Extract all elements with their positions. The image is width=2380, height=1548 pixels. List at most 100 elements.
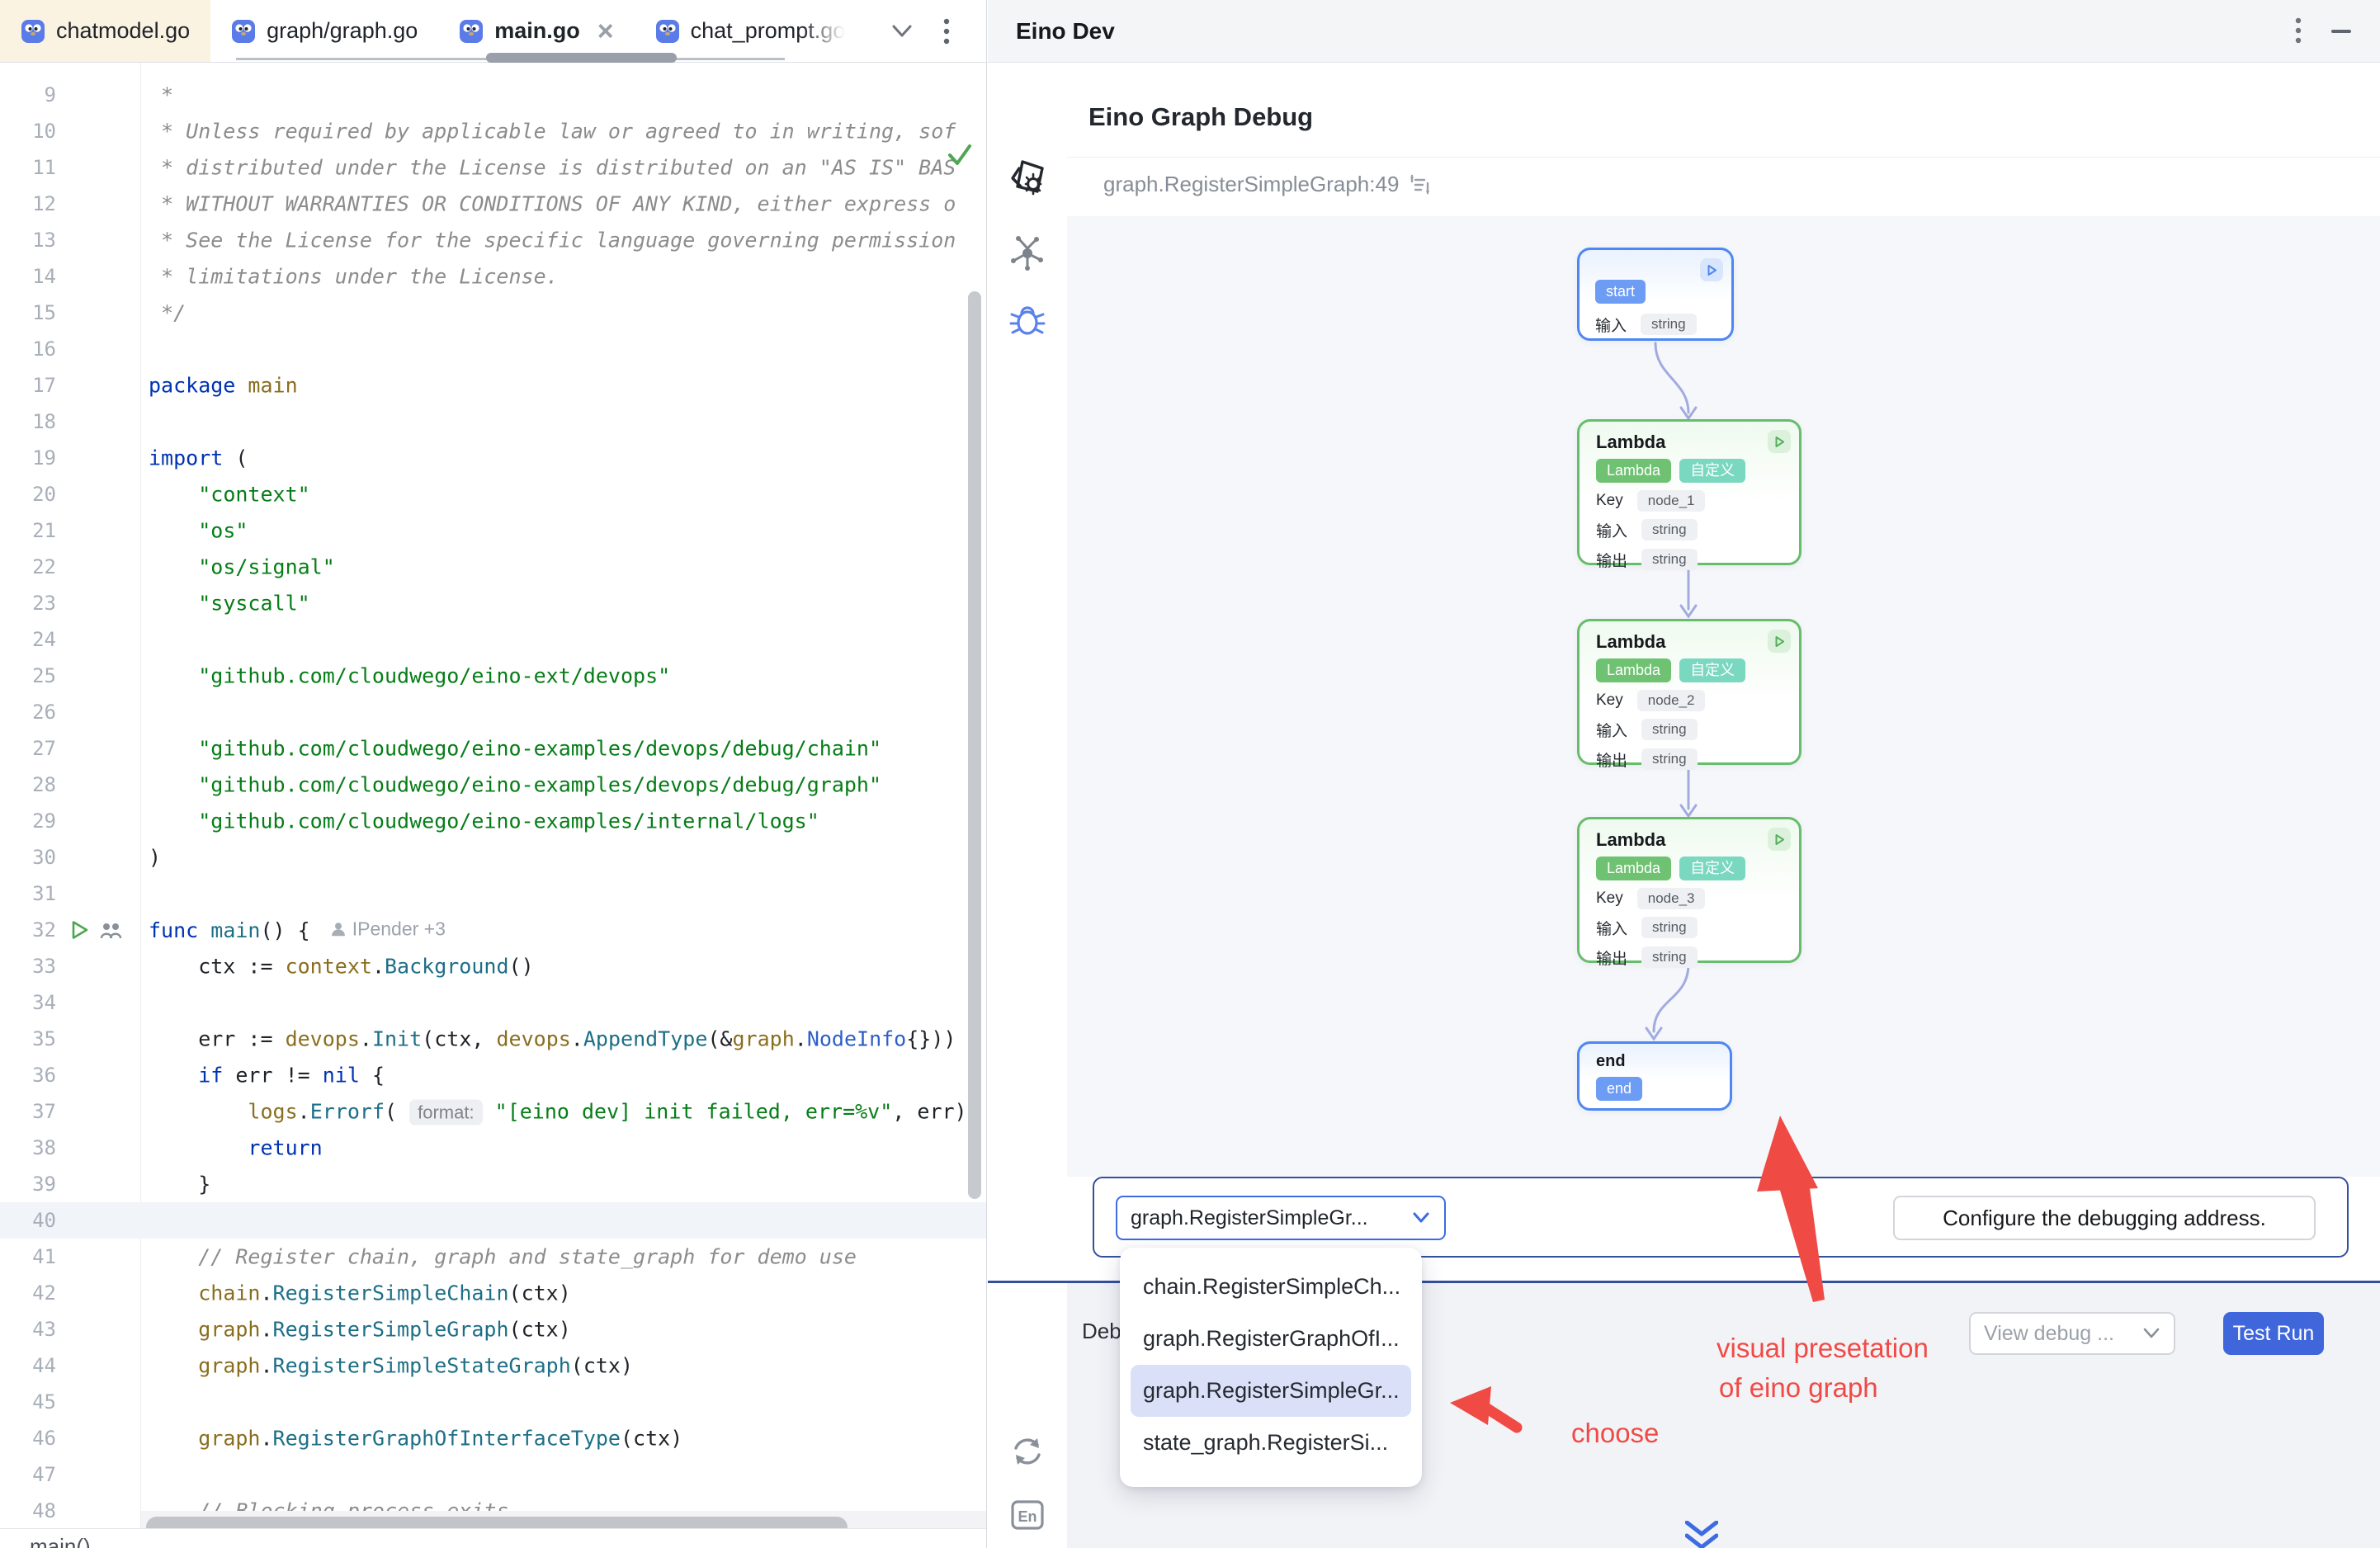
line-number[interactable]: 9 <box>0 83 56 106</box>
close-icon[interactable]: × <box>597 17 614 45</box>
line-number[interactable]: 27 <box>0 737 56 760</box>
node-play-icon[interactable] <box>1768 630 1791 653</box>
dropdown-menu-item[interactable]: graph.RegisterSimpleGr... <box>1131 1365 1411 1417</box>
debug-target-row[interactable]: graph.RegisterSimpleGraph:49 <box>1103 172 1432 197</box>
dropdown-menu-item[interactable]: chain.RegisterSimpleCh... <box>1120 1261 1422 1313</box>
node-play-icon[interactable] <box>1700 258 1723 281</box>
configure-address-button[interactable]: Configure the debugging address. <box>1893 1196 2316 1240</box>
line-number[interactable]: 14 <box>0 265 56 288</box>
graph-canvas[interactable]: start 输入 string LambdaLambda自定义Keynode_1… <box>1067 216 2380 1177</box>
line-number[interactable]: 20 <box>0 483 56 506</box>
panel-more-options-icon[interactable] <box>2294 17 2302 45</box>
go-file-icon <box>459 18 484 45</box>
line-number[interactable]: 36 <box>0 1064 56 1087</box>
line-number[interactable]: 21 <box>0 519 56 542</box>
line-number[interactable]: 39 <box>0 1173 56 1196</box>
node-play-icon[interactable] <box>1768 828 1791 851</box>
line-number[interactable]: 30 <box>0 846 56 869</box>
parameter-hint: format: <box>409 1100 482 1126</box>
line-number[interactable]: 43 <box>0 1318 56 1341</box>
row-value-pill: string <box>1641 748 1698 770</box>
line-number[interactable]: 33 <box>0 955 56 978</box>
line-number[interactable]: 38 <box>0 1136 56 1159</box>
code-vision-inlay[interactable]: IPender +3 <box>330 918 446 940</box>
eino-logo-icon[interactable] <box>1006 157 1049 200</box>
code-line-42: 42 chain.RegisterSimpleChain(ctx) <box>0 1275 986 1311</box>
code-line-28: 28 "github.com/cloudwego/eino-examples/d… <box>0 767 986 803</box>
line-number[interactable]: 37 <box>0 1100 56 1123</box>
line-number[interactable]: 47 <box>0 1463 56 1486</box>
line-number[interactable]: 46 <box>0 1427 56 1450</box>
language-en-icon[interactable]: En <box>1008 1495 1047 1535</box>
editor-pane: chatmodel.gograph/graph.gomain.go×chat_p… <box>0 0 987 1548</box>
line-number[interactable]: 34 <box>0 991 56 1014</box>
line-number[interactable]: 45 <box>0 1390 56 1413</box>
line-number[interactable]: 17 <box>0 374 56 397</box>
line-number[interactable]: 31 <box>0 882 56 905</box>
line-number[interactable]: 35 <box>0 1027 56 1050</box>
collapse-chevrons-icon[interactable] <box>1685 1521 1718 1548</box>
line-number[interactable]: 23 <box>0 592 56 615</box>
graph-node-lambda-node_1[interactable]: LambdaLambda自定义Keynode_1输入string输出string <box>1577 419 1802 565</box>
line-number[interactable]: 40 <box>0 1209 56 1232</box>
code-line-33: 33 ctx := context.Background() <box>0 948 986 984</box>
breadcrumb-item[interactable]: main() <box>30 1534 91 1548</box>
code-line-12: 12 * WITHOUT WARRANTIES OR CONDITIONS OF… <box>0 186 986 222</box>
annotation-text: choose <box>1571 1418 1659 1449</box>
graph-node-lambda-node_3[interactable]: LambdaLambda自定义Keynode_3输入string输出string <box>1577 817 1802 963</box>
line-number[interactable]: 32 <box>0 918 56 942</box>
line-number[interactable]: 44 <box>0 1354 56 1377</box>
graph-node-lambda-node_2[interactable]: LambdaLambda自定义Keynode_2输入string输出string <box>1577 619 1802 765</box>
debug-bug-icon[interactable] <box>1008 300 1047 340</box>
eino-dev-panel: Eino Dev <box>988 0 2380 1548</box>
line-number[interactable]: 29 <box>0 809 56 833</box>
profile-gutter-icon[interactable] <box>98 918 123 942</box>
dropdown-menu-item[interactable]: graph.RegisterGraphOfI... <box>1120 1313 1422 1365</box>
line-number[interactable]: 10 <box>0 120 56 143</box>
annotation-text: of eino graph <box>1719 1372 1878 1404</box>
breadcrumb-bar[interactable]: main() <box>0 1528 986 1548</box>
call-graph-icon[interactable] <box>1008 233 1047 272</box>
test-run-button[interactable]: Test Run <box>2223 1312 2324 1355</box>
line-number[interactable]: 16 <box>0 337 56 361</box>
graph-node-start[interactable]: start 输入 string <box>1577 248 1734 341</box>
line-number[interactable]: 11 <box>0 156 56 179</box>
row-label: Key <box>1596 890 1623 908</box>
io-label: 输入 <box>1595 314 1627 336</box>
line-number[interactable]: 15 <box>0 301 56 324</box>
inspections-check-icon[interactable] <box>946 140 974 168</box>
tab-strip-thumb[interactable] <box>486 53 677 63</box>
graph-target-dropdown-menu: chain.RegisterSimpleCh...graph.RegisterG… <box>1120 1248 1422 1487</box>
line-number[interactable]: 25 <box>0 664 56 687</box>
line-number[interactable]: 24 <box>0 628 56 651</box>
row-label: 输出 <box>1596 946 1627 969</box>
tab-more-options-icon[interactable] <box>942 18 951 46</box>
line-number[interactable]: 28 <box>0 773 56 796</box>
editor-vertical-scrollbar[interactable] <box>968 291 981 1199</box>
line-number[interactable]: 48 <box>0 1499 56 1522</box>
view-debug-select[interactable]: View debug ... <box>1969 1312 2175 1355</box>
code-line-31: 31 <box>0 875 986 912</box>
line-number[interactable]: 19 <box>0 446 56 470</box>
line-number[interactable]: 22 <box>0 555 56 578</box>
line-number[interactable]: 41 <box>0 1245 56 1268</box>
line-number[interactable]: 26 <box>0 701 56 724</box>
node-play-icon[interactable] <box>1768 430 1791 453</box>
sort-lines-icon[interactable] <box>1409 173 1432 196</box>
line-number[interactable]: 18 <box>0 410 56 433</box>
code-line-17: 17package main <box>0 367 986 404</box>
line-number[interactable]: 13 <box>0 229 56 252</box>
panel-minimize-icon[interactable] <box>2330 28 2352 35</box>
graph-target-select[interactable]: graph.RegisterSimpleGr... <box>1116 1196 1446 1240</box>
chevron-down-icon <box>1411 1211 1431 1225</box>
line-number[interactable]: 12 <box>0 192 56 215</box>
dropdown-menu-item[interactable]: state_graph.RegisterSi... <box>1120 1417 1422 1469</box>
editor-tab-chatmodel.go[interactable]: chatmodel.go <box>0 0 210 62</box>
tab-list-chevron-down-icon[interactable] <box>890 21 914 41</box>
run-gutter-icon[interactable] <box>66 918 91 942</box>
editor-tab-graph/graph.go[interactable]: graph/graph.go <box>210 0 438 62</box>
code-editor[interactable]: 9 *10 * Unless required by applicable la… <box>0 63 986 1548</box>
refresh-icon[interactable] <box>1008 1432 1047 1471</box>
line-number[interactable]: 42 <box>0 1281 56 1305</box>
graph-node-end[interactable]: end end <box>1577 1041 1732 1111</box>
